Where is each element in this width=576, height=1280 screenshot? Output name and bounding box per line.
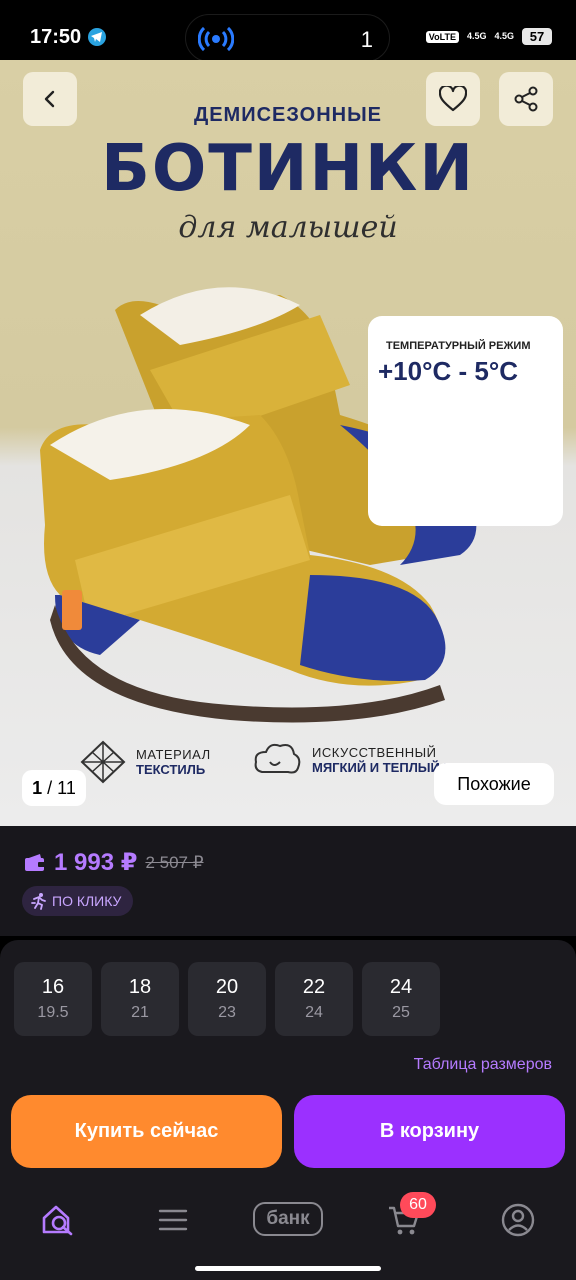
size-chip[interactable]: 16 19.5 bbox=[14, 962, 92, 1036]
temperature-card: ТЕМПЕРАТУРНЫЙ РЕЖИМ +10°C - 5°C bbox=[368, 316, 563, 526]
status-indicators: VoLTE 4.5G 4.5G 57 bbox=[425, 28, 552, 45]
runner-icon bbox=[31, 893, 46, 910]
nav-home[interactable] bbox=[38, 1200, 78, 1240]
bottom-navigation: банк 60 bbox=[0, 1182, 576, 1280]
size-value: 20 bbox=[215, 976, 239, 998]
temperature-label: ТЕМПЕРАТУРНЫЙ РЕЖИМ bbox=[386, 340, 531, 352]
size-chip[interactable]: 24 25 bbox=[362, 962, 440, 1036]
action-bar: Купить сейчас В корзину bbox=[0, 1090, 576, 1182]
size-table-link[interactable]: Таблица размеров bbox=[414, 1056, 552, 1074]
promo-label: ПО КЛИКУ bbox=[52, 893, 122, 909]
price-section: 1 993 ₽ 2 507 ₽ ПО КЛИКУ bbox=[0, 826, 576, 936]
size-length: 19.5 bbox=[37, 1004, 69, 1021]
image-counter: 1 / 11 bbox=[22, 770, 86, 806]
similar-button[interactable]: Похожие bbox=[434, 763, 554, 805]
image-counter-total: / 11 bbox=[47, 777, 76, 798]
telegram-icon bbox=[88, 28, 106, 46]
island-counter: 1 bbox=[360, 27, 373, 52]
size-length: 23 bbox=[218, 1004, 236, 1021]
home-indicator[interactable] bbox=[195, 1266, 381, 1271]
network-indicator: 4.5G bbox=[466, 31, 487, 41]
wallet-icon bbox=[25, 853, 45, 871]
size-length: 25 bbox=[392, 1004, 410, 1021]
buy-now-button[interactable]: Купить сейчас bbox=[11, 1095, 282, 1168]
size-chip[interactable]: 20 23 bbox=[188, 962, 266, 1036]
status-bar: 17:50 1 VoLTE 4.5G 4.5G 57 bbox=[0, 0, 576, 62]
current-price: 1 993 ₽ bbox=[54, 849, 138, 876]
home-search-icon bbox=[42, 1205, 73, 1236]
size-chip[interactable]: 22 24 bbox=[275, 962, 353, 1036]
size-chip[interactable]: 18 21 bbox=[101, 962, 179, 1036]
size-value: 24 bbox=[389, 976, 413, 998]
old-price: 2 507 ₽ bbox=[145, 852, 204, 872]
feature-material-value: ТЕКСТИЛЬ bbox=[136, 762, 206, 777]
price-row: 1 993 ₽ 2 507 ₽ bbox=[24, 848, 204, 877]
temperature-value: +10°C - 5°C bbox=[378, 356, 519, 386]
size-value: 18 bbox=[128, 976, 152, 998]
menu-icon bbox=[158, 1209, 188, 1231]
size-length: 24 bbox=[305, 1004, 323, 1021]
feature-material: МАТЕРИАЛ ТЕКСТИЛЬ bbox=[80, 740, 211, 784]
network-indicator: 4.5G bbox=[494, 31, 514, 41]
size-value: 22 bbox=[302, 976, 326, 998]
feature-fur-title: ИСКУССТВЕННЫЙ bbox=[312, 745, 437, 760]
feature-material-title: МАТЕРИАЛ bbox=[136, 747, 211, 762]
image-counter-current: 1 bbox=[32, 777, 43, 798]
nav-profile[interactable] bbox=[498, 1200, 538, 1240]
status-time: 17:50 bbox=[30, 26, 82, 48]
banner-subtitle: ДЕМИСЕЗОННЫЕ bbox=[193, 104, 383, 126]
profile-icon bbox=[501, 1203, 535, 1237]
banner-tagline: для малышей bbox=[178, 210, 398, 245]
cart-count-badge: 60 bbox=[400, 1192, 436, 1218]
nav-bank[interactable]: банк bbox=[253, 1202, 323, 1236]
fur-cloud-icon bbox=[254, 743, 301, 774]
promo-badge[interactable]: ПО КЛИКУ bbox=[22, 886, 134, 916]
size-selector: 16 19.5 18 21 20 23 22 24 24 25 Таблица … bbox=[0, 940, 576, 1090]
nav-catalog[interactable] bbox=[153, 1200, 193, 1240]
textile-icon bbox=[80, 740, 126, 784]
battery-level: 57 bbox=[522, 28, 552, 45]
dynamic-island: 1 bbox=[185, 14, 390, 62]
add-to-cart-button[interactable]: В корзину bbox=[294, 1095, 565, 1168]
product-image-carousel[interactable]: ДЕМИСЕЗОННЫЕ БОТИНКИ для малышей ТЕМПЕРА… bbox=[0, 60, 576, 826]
size-value: 16 bbox=[41, 976, 65, 998]
volte-badge: VoLTE bbox=[425, 30, 459, 43]
size-length: 21 bbox=[131, 1004, 149, 1021]
banner-title: БОТИНКИ bbox=[101, 132, 475, 206]
hotspot-icon bbox=[197, 25, 235, 58]
